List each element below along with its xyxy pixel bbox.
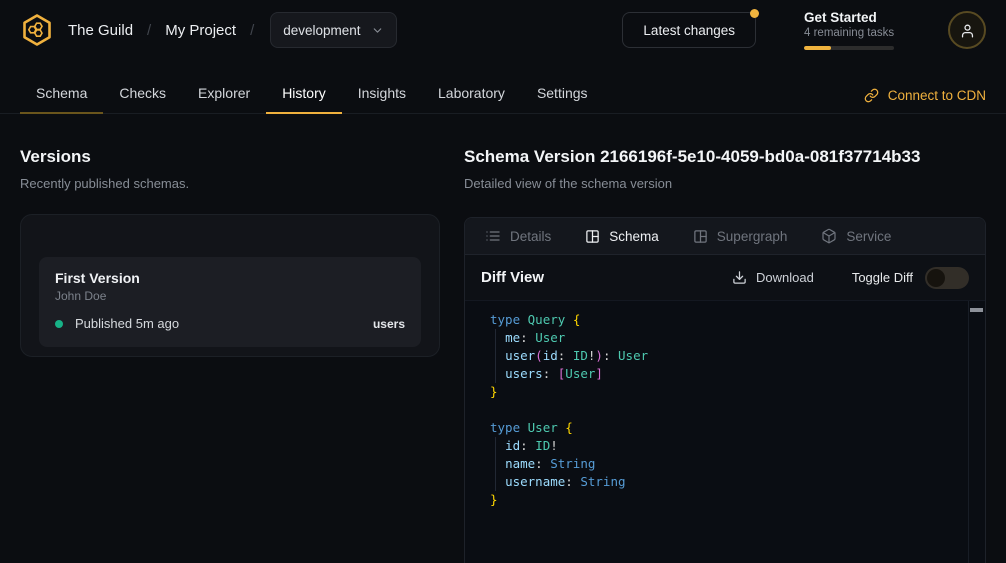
schema-version-subtitle: Detailed view of the schema version — [464, 175, 986, 192]
breadcrumb-separator: / — [147, 22, 151, 39]
code-line — [490, 401, 965, 419]
link-icon — [864, 88, 879, 103]
code-line: name: String — [490, 455, 965, 473]
tab-supergraph-label: Supergraph — [717, 229, 788, 244]
diff-view-toolbar: Diff View Download Toggle Diff — [465, 255, 985, 301]
box-icon — [821, 228, 837, 244]
code-line: type Query { — [490, 311, 965, 329]
diff-view-title: Diff View — [481, 269, 544, 286]
versions-subtitle: Recently published schemas. — [20, 175, 440, 192]
tab-details-label: Details — [510, 229, 551, 244]
nav-tab-checks[interactable]: Checks — [103, 74, 182, 114]
schema-version-title: Schema Version 2166196f-5e10-4059-bd0a-0… — [464, 146, 986, 168]
indent-guide — [495, 329, 496, 383]
indent-guide — [495, 437, 496, 491]
connect-to-cdn-link[interactable]: Connect to CDN — [864, 88, 986, 113]
code-block: type Query { me: User user(id: ID!): Use… — [490, 311, 965, 509]
tab-details[interactable]: Details — [485, 228, 551, 244]
versions-column: Versions Recently published schemas. Fir… — [20, 146, 440, 563]
breadcrumb-project[interactable]: My Project — [165, 22, 236, 39]
tab-service[interactable]: Service — [821, 228, 891, 244]
get-started-progress-fill — [804, 46, 831, 50]
download-label: Download — [756, 270, 814, 285]
get-started-title: Get Started — [804, 10, 902, 25]
code-line: } — [490, 491, 965, 509]
notification-dot — [750, 9, 759, 18]
toggle-diff-switch[interactable] — [925, 267, 969, 289]
version-name: First Version — [55, 270, 405, 286]
nav-tab-history[interactable]: History — [266, 74, 342, 114]
nav-tab-explorer[interactable]: Explorer — [182, 74, 266, 114]
get-started-subtitle: 4 remaining tasks — [804, 27, 902, 39]
version-service-badge: users — [373, 317, 405, 331]
breadcrumb-separator: / — [250, 22, 254, 39]
scrollbar-track — [968, 301, 985, 563]
nav-tab-schema[interactable]: Schema — [20, 74, 103, 114]
scrollbar-thumb[interactable] — [970, 308, 983, 312]
latest-changes-button[interactable]: Latest changes — [622, 12, 756, 48]
app-window: The Guild / My Project / development Lat… — [0, 0, 1006, 563]
versions-title: Versions — [20, 146, 440, 168]
user-avatar[interactable] — [948, 11, 986, 49]
hive-logo-icon[interactable] — [20, 13, 54, 47]
versions-list-container: First Version John Doe Published 5m ago … — [20, 214, 440, 357]
version-author: John Doe — [55, 289, 405, 303]
schema-detail-panel: Details Schema Supergraph Service — [464, 217, 986, 563]
header-right-cluster: Latest changes Get Started 4 remaining t… — [622, 10, 986, 50]
schema-panel-tabs: Details Schema Supergraph Service — [465, 218, 985, 255]
version-meta-row: Published 5m ago users — [55, 316, 405, 331]
nav-tab-insights[interactable]: Insights — [342, 74, 422, 114]
toggle-diff-label: Toggle Diff — [852, 270, 913, 285]
primary-nav: Schema Checks Explorer History Insights … — [0, 74, 1006, 114]
top-header: The Guild / My Project / development Lat… — [0, 0, 1006, 60]
code-line: user(id: ID!): User — [490, 347, 965, 365]
code-line: username: String — [490, 473, 965, 491]
version-list-item[interactable]: First Version John Doe Published 5m ago … — [39, 257, 421, 347]
published-status-dot — [55, 320, 63, 328]
code-line: id: ID! — [490, 437, 965, 455]
schema-version-column: Schema Version 2166196f-5e10-4059-bd0a-0… — [464, 146, 986, 563]
tab-schema-label: Schema — [609, 229, 659, 244]
code-line: users: [User] — [490, 365, 965, 383]
chevron-down-icon — [371, 24, 384, 37]
download-icon — [732, 270, 747, 285]
get-started-widget[interactable]: Get Started 4 remaining tasks — [804, 10, 902, 50]
columns-icon — [585, 229, 600, 244]
list-icon — [485, 228, 501, 244]
environment-dropdown-value: development — [283, 23, 360, 38]
nav-tab-laboratory[interactable]: Laboratory — [422, 74, 521, 114]
code-line: type User { — [490, 419, 965, 437]
latest-changes-label: Latest changes — [643, 23, 735, 38]
columns-icon — [693, 229, 708, 244]
toggle-knob — [927, 269, 945, 287]
tab-supergraph[interactable]: Supergraph — [693, 229, 788, 244]
environment-dropdown[interactable]: development — [270, 12, 396, 48]
get-started-progress-track — [804, 46, 894, 50]
download-button[interactable]: Download — [732, 270, 814, 285]
main-content: Versions Recently published schemas. Fir… — [0, 114, 1006, 563]
diff-controls: Download Toggle Diff — [732, 267, 969, 289]
code-line: } — [490, 383, 965, 401]
code-line: me: User — [490, 329, 965, 347]
user-icon — [959, 22, 976, 39]
schema-code-viewer: type Query { me: User user(id: ID!): Use… — [465, 301, 985, 563]
tab-schema[interactable]: Schema — [585, 229, 659, 244]
tab-service-label: Service — [846, 229, 891, 244]
version-status-text: Published 5m ago — [75, 316, 179, 331]
connect-to-cdn-label: Connect to CDN — [888, 88, 986, 103]
nav-tab-settings[interactable]: Settings — [521, 74, 604, 114]
breadcrumb-org[interactable]: The Guild — [68, 22, 133, 39]
